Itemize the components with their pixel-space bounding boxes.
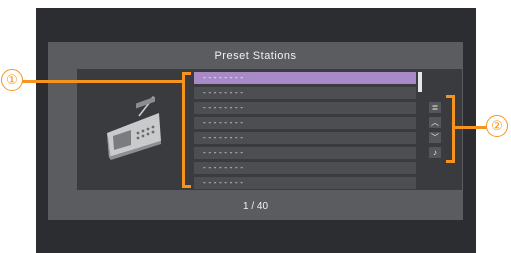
chevron-down-icon[interactable]: ﹀ (429, 132, 441, 143)
station-item[interactable]: -------- (194, 117, 416, 129)
callout-1-bracket (182, 72, 191, 188)
list-icon[interactable]: ≣ (429, 102, 441, 113)
station-item[interactable]: -------- (194, 132, 416, 144)
station-item[interactable]: -------- (194, 72, 416, 84)
callout-1-badge: ① (1, 69, 23, 91)
radio-icon (107, 96, 161, 160)
page-title: Preset Stations (214, 49, 297, 62)
station-list: -------- -------- -------- -------- ----… (194, 72, 416, 189)
station-item[interactable]: -------- (194, 102, 416, 114)
radio-illustration (77, 69, 190, 190)
callout-2-bracket (446, 95, 455, 163)
station-item[interactable]: -------- (194, 87, 416, 99)
callout-2-badge: ② (486, 115, 508, 137)
callout-1-leader (18, 80, 184, 83)
station-item[interactable]: -------- (194, 147, 416, 159)
station-item[interactable]: -------- (194, 162, 416, 174)
station-item[interactable]: -------- (194, 177, 416, 189)
page-indicator: 1 / 40 (242, 200, 269, 212)
scrollbar-thumb[interactable] (418, 72, 422, 92)
music-note-icon[interactable]: ♪ (429, 147, 441, 158)
chevron-up-icon[interactable]: ︿ (429, 117, 441, 128)
